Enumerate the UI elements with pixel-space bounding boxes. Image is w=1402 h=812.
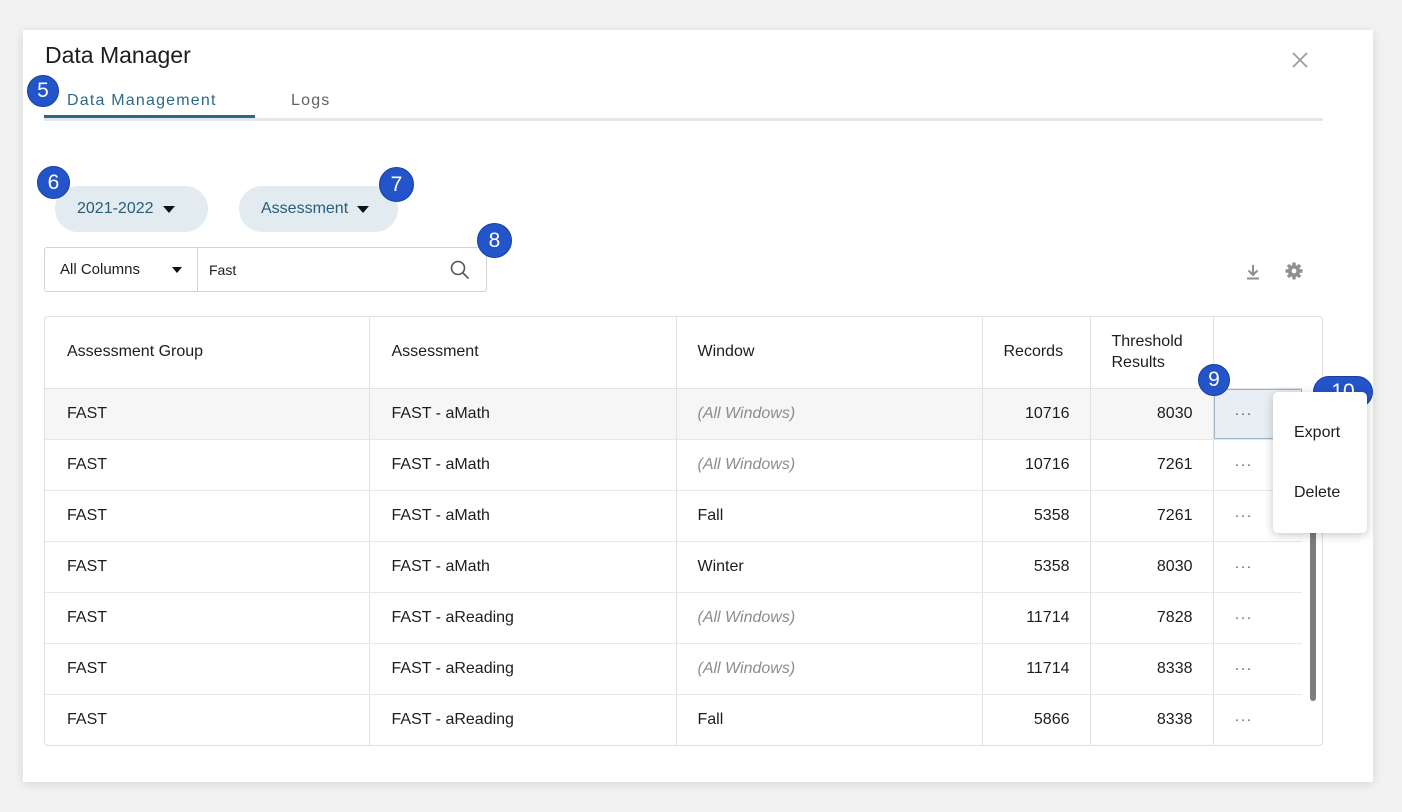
table-header-row: Assessment Group Assessment Window Recor… xyxy=(45,317,1302,389)
caret-down-icon xyxy=(172,267,182,273)
tab-bar: Data Management Logs xyxy=(44,88,1323,121)
annotation-badge-6: 6 xyxy=(37,166,70,199)
column-select[interactable]: All Columns xyxy=(45,248,198,291)
cell-window: (All Windows) xyxy=(676,439,983,491)
annotation-badge-7: 7 xyxy=(379,167,414,202)
cell-window: Winter xyxy=(676,541,983,593)
more-options-icon[interactable]: ··· xyxy=(1235,507,1253,524)
table-row[interactable]: FAST FAST - aReading (All Windows) 11714… xyxy=(45,592,1302,644)
tab-data-management[interactable]: Data Management xyxy=(67,92,217,110)
header-threshold-results[interactable]: Threshold Results xyxy=(1090,317,1214,389)
cell-group: FAST xyxy=(45,490,370,542)
annotation-badge-5: 5 xyxy=(27,75,59,107)
row-actions-cell: ··· xyxy=(1213,541,1302,593)
more-options-icon[interactable]: ··· xyxy=(1235,609,1253,626)
cell-records: 10716 xyxy=(982,388,1091,440)
cell-threshold: 7261 xyxy=(1090,490,1214,542)
table-row[interactable]: FAST FAST - aMath (All Windows) 10716 80… xyxy=(45,388,1302,440)
cell-assessment: FAST - aReading xyxy=(369,592,677,644)
cell-records: 5866 xyxy=(982,694,1091,745)
assessment-table: Assessment Group Assessment Window Recor… xyxy=(44,316,1323,746)
modal-title: Data Manager xyxy=(45,42,191,68)
table-row[interactable]: FAST FAST - aMath Winter 5358 8030 ··· xyxy=(45,541,1302,593)
table-row[interactable]: FAST FAST - aMath Fall 5358 7261 ··· xyxy=(45,490,1302,542)
cell-threshold: 8030 xyxy=(1090,541,1214,593)
caret-down-icon xyxy=(162,205,175,213)
cell-records: 10716 xyxy=(982,439,1091,491)
cell-group: FAST xyxy=(45,439,370,491)
cell-assessment: FAST - aMath xyxy=(369,490,677,542)
header-assessment[interactable]: Assessment xyxy=(369,317,677,389)
table-row[interactable]: FAST FAST - aMath (All Windows) 10716 72… xyxy=(45,439,1302,491)
cell-group: FAST xyxy=(45,694,370,745)
cell-records: 5358 xyxy=(982,490,1091,542)
data-manager-modal: Data Manager Data Management Logs 2021-2… xyxy=(23,30,1373,782)
cell-assessment: FAST - aMath xyxy=(369,388,677,440)
caret-down-icon xyxy=(357,205,370,213)
table-row[interactable]: FAST FAST - aReading (All Windows) 11714… xyxy=(45,643,1302,695)
header-assessment-group[interactable]: Assessment Group xyxy=(45,317,370,389)
cell-threshold: 7828 xyxy=(1090,592,1214,644)
header-records[interactable]: Records xyxy=(982,317,1091,389)
column-select-label: All Columns xyxy=(60,261,141,278)
active-tab-indicator xyxy=(44,115,255,118)
table-row[interactable]: FAST FAST - aReading Fall 5866 8338 ··· xyxy=(45,694,1302,745)
cell-assessment: FAST - aReading xyxy=(369,694,677,745)
search-input[interactable] xyxy=(198,248,486,291)
type-filter-label: Assessment xyxy=(261,200,349,217)
more-options-icon[interactable]: ··· xyxy=(1235,456,1253,473)
cell-window: Fall xyxy=(676,490,983,542)
cell-assessment: FAST - aMath xyxy=(369,439,677,491)
row-actions-cell: ··· xyxy=(1213,643,1302,695)
cell-group: FAST xyxy=(45,592,370,644)
cell-window: Fall xyxy=(676,694,983,745)
cell-group: FAST xyxy=(45,643,370,695)
table-scrollbar[interactable] xyxy=(1310,517,1316,701)
more-options-icon[interactable]: ··· xyxy=(1235,660,1253,677)
annotation-badge-9: 9 xyxy=(1198,364,1230,396)
cell-assessment: FAST - aMath xyxy=(369,541,677,593)
row-actions-menu: Export Delete xyxy=(1273,392,1367,533)
header-window[interactable]: Window xyxy=(676,317,983,389)
download-icon[interactable] xyxy=(1243,262,1263,282)
year-filter-dropdown[interactable]: 2021-2022 xyxy=(55,186,208,232)
more-options-icon[interactable]: ··· xyxy=(1235,405,1253,422)
more-options-icon[interactable]: ··· xyxy=(1235,558,1253,575)
cell-group: FAST xyxy=(45,388,370,440)
year-filter-label: 2021-2022 xyxy=(77,200,154,217)
cell-window: (All Windows) xyxy=(676,643,983,695)
cell-window: (All Windows) xyxy=(676,388,983,440)
cell-records: 11714 xyxy=(982,643,1091,695)
menu-item-export[interactable]: Export xyxy=(1294,424,1340,442)
row-actions-cell: ··· xyxy=(1213,694,1302,745)
cell-threshold: 8030 xyxy=(1090,388,1214,440)
more-options-icon[interactable]: ··· xyxy=(1235,711,1253,728)
row-actions-cell: ··· xyxy=(1213,592,1302,644)
cell-group: FAST xyxy=(45,541,370,593)
cell-assessment: FAST - aReading xyxy=(369,643,677,695)
cell-records: 11714 xyxy=(982,592,1091,644)
menu-item-delete[interactable]: Delete xyxy=(1294,484,1340,502)
cell-records: 5358 xyxy=(982,541,1091,593)
search-icon[interactable] xyxy=(449,259,471,281)
cell-threshold: 7261 xyxy=(1090,439,1214,491)
search-bar: All Columns xyxy=(44,247,487,292)
cell-threshold: 8338 xyxy=(1090,694,1214,745)
gear-icon[interactable] xyxy=(1284,261,1304,281)
tab-logs[interactable]: Logs xyxy=(291,92,331,110)
cell-window: (All Windows) xyxy=(676,592,983,644)
type-filter-dropdown[interactable]: Assessment xyxy=(239,186,398,232)
annotation-badge-8: 8 xyxy=(477,223,512,258)
cell-threshold: 8338 xyxy=(1090,643,1214,695)
close-icon[interactable] xyxy=(1288,48,1312,72)
